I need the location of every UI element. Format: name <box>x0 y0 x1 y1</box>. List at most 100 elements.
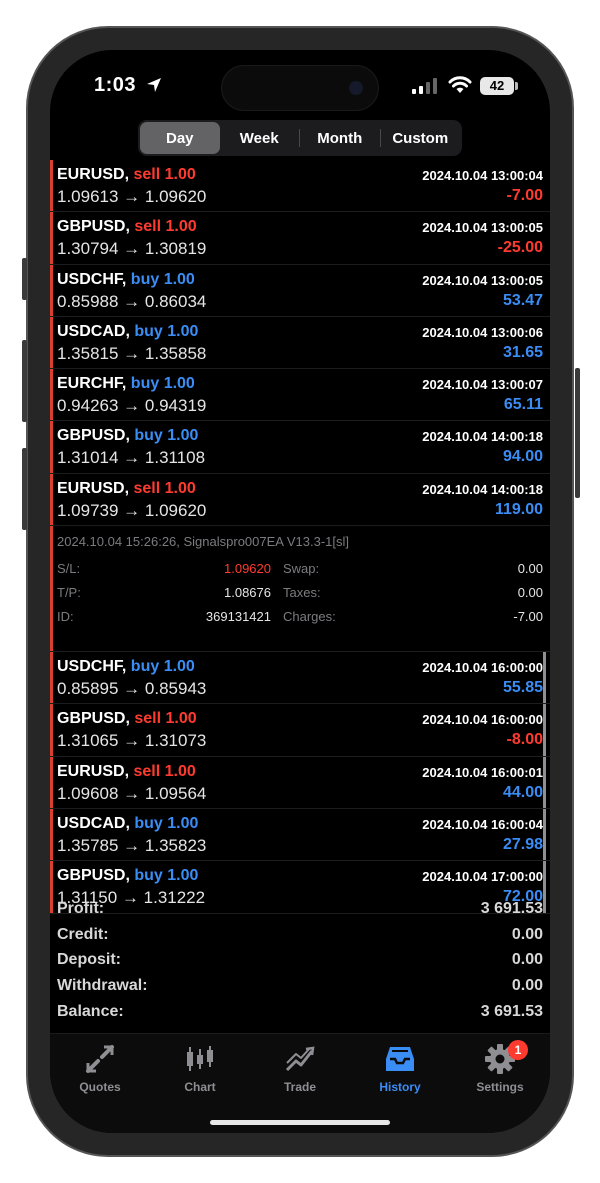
mute-switch <box>22 258 27 300</box>
deal-prices: 1.31065 → 1.31073 <box>57 731 207 751</box>
deal-row[interactable]: EURUSD, sell 1.00 2024.10.04 16:00:01 1.09… <box>50 756 550 809</box>
deal-row[interactable]: GBPUSD, sell 1.00 2024.10.04 13:00:05 1.30… <box>50 212 550 265</box>
deal-prices: 1.30794 → 1.30819 <box>57 239 207 259</box>
tab-settings[interactable]: 1 Settings <box>450 1040 550 1094</box>
tab-day[interactable]: Day <box>140 122 220 154</box>
volume-up-button <box>22 340 27 422</box>
tab-label: History <box>379 1080 421 1094</box>
detail-line-tp: T/P: 1.08676 Taxes: 0.00 <box>57 585 543 605</box>
deal-profit: 44.00 <box>502 783 543 801</box>
summary-value: 0.00 <box>511 951 543 969</box>
tab-label: Settings <box>476 1080 524 1094</box>
summary-label: Balance: <box>57 1003 124 1021</box>
deal-prices: 1.09739 → 1.09620 <box>57 500 207 520</box>
deal-profit: 53.47 <box>502 291 543 309</box>
deal-title: GBPUSD, sell 1.00 <box>57 218 197 236</box>
deal-symbol: EURUSD, <box>57 762 130 780</box>
tab-quotes[interactable]: Quotes <box>50 1042 150 1094</box>
deal-row[interactable]: USDCAD, buy 1.00 2024.10.04 13:00:06 1.358… <box>50 316 550 370</box>
deal-profit: -25.00 <box>497 239 543 257</box>
summary-label: Profit: <box>57 899 105 917</box>
deal-profit: 55.85 <box>502 679 543 697</box>
tab-week[interactable]: Week <box>220 122 300 154</box>
deal-prices: 0.85895 → 0.85943 <box>57 679 207 699</box>
sl-label: S/L: <box>57 561 81 577</box>
deal-side: buy 1.00 <box>134 427 199 445</box>
summary-value: 3 691.53 <box>480 1003 543 1021</box>
charges-value: -7.00 <box>513 609 543 625</box>
deal-prices: 1.31014 → 1.31108 <box>57 448 206 468</box>
taxes-label: Taxes: <box>283 585 321 601</box>
charges-label: Charges: <box>283 609 336 625</box>
tab-custom[interactable]: Custom <box>381 122 461 154</box>
deal-row[interactable]: USDCAD, buy 1.00 2024.10.04 16:00:04 1.357… <box>50 808 550 862</box>
deal-row[interactable]: EURUSD, sell 1.00 2024.10.04 14:00:18 1.09… <box>50 473 550 527</box>
deal-profit: -8.00 <box>506 731 543 749</box>
deal-symbol: USDCHF, <box>57 658 127 676</box>
deal-row[interactable]: USDCHF, buy 1.00 2024.10.04 16:00:00 0.858… <box>50 652 550 705</box>
tab-trade[interactable]: Trade <box>250 1042 350 1094</box>
deal-row[interactable]: EURUSD, sell 1.00 2024.10.04 13:00:04 1.09… <box>50 160 550 213</box>
deal-side: sell 1.00 <box>133 762 196 780</box>
battery-cap <box>515 82 518 90</box>
cellular-signal-icon <box>412 78 437 94</box>
deal-prices: 0.85988 → 0.86034 <box>57 291 207 311</box>
tab-history[interactable]: History <box>350 1042 450 1094</box>
deal-symbol: GBPUSD, <box>57 427 130 445</box>
deal-symbol: GBPUSD, <box>57 710 130 728</box>
deal-symbol: USDCHF, <box>57 270 127 288</box>
home-indicator[interactable] <box>210 1120 390 1125</box>
wifi-icon <box>448 76 472 93</box>
summary-label: Deposit: <box>57 951 121 969</box>
tab-label: Quotes <box>79 1080 121 1094</box>
summary-balance: Balance: 3 691.53 <box>57 999 543 1025</box>
deal-time: 2024.10.04 13:00:04 <box>422 168 543 183</box>
dynamic-island <box>221 65 379 111</box>
camera-icon <box>349 81 363 95</box>
deal-row[interactable]: EURCHF, buy 1.00 2024.10.04 13:00:07 0.942… <box>50 369 550 422</box>
deal-symbol: EURCHF, <box>57 375 127 393</box>
period-segmented-control: Day Week Month Custom <box>138 120 462 156</box>
deal-side: sell 1.00 <box>134 710 197 728</box>
deal-row[interactable]: USDCHF, buy 1.00 2024.10.04 13:00:05 0.859… <box>50 264 550 317</box>
deal-profit: 65.11 <box>503 396 543 414</box>
deal-row[interactable]: GBPUSD, sell 1.00 2024.10.04 16:00:00 1.31… <box>50 704 550 757</box>
status-bar: 1:03 42 <box>50 50 550 120</box>
deal-profit: 94.00 <box>502 448 543 466</box>
swap-label: Swap: <box>283 561 320 577</box>
deal-time: 2024.10.04 14:00:18 <box>422 429 543 445</box>
tp-value: 1.08676 <box>224 585 271 601</box>
deal-time: 2024.10.04 16:00:00 <box>422 660 543 676</box>
deal-title: GBPUSD, buy 1.00 <box>57 867 198 885</box>
summary-profit: Profit: 3 691.53 <box>57 896 543 922</box>
candlestick-icon <box>187 1046 213 1071</box>
tab-bar: Quotes Chart Trade History 1 Settings <box>50 1033 550 1133</box>
deal-symbol: GBPUSD, <box>57 867 130 885</box>
location-arrow-icon <box>147 78 161 92</box>
deal-side: buy 1.00 <box>134 814 199 832</box>
tab-label: Trade <box>283 1080 316 1094</box>
tab-month[interactable]: Month <box>300 122 380 154</box>
summary-value: 0.00 <box>511 925 543 943</box>
deal-time: 2024.10.04 16:00:00 <box>422 712 543 728</box>
deal-time: 2024.10.04 13:00:05 <box>422 272 543 288</box>
deal-prices: 1.09613 → 1.09620 <box>57 187 207 206</box>
notification-badge: 1 <box>508 1040 528 1060</box>
deal-detail[interactable]: 2024.10.04 15:26:26, Signalspro007EA V13… <box>50 526 550 653</box>
inbox-icon <box>386 1047 414 1071</box>
deal-prices: 0.94263 → 0.94319 <box>57 396 207 416</box>
deal-row[interactable]: GBPUSD, buy 1.00 2024.10.04 14:00:18 1.310… <box>50 421 550 474</box>
deal-side: sell 1.00 <box>133 166 196 183</box>
deal-side: sell 1.00 <box>133 479 196 497</box>
sl-value: 1.09620 <box>224 561 271 577</box>
deal-profit: 119.00 <box>494 500 543 518</box>
tab-chart[interactable]: Chart <box>150 1042 250 1094</box>
tp-label: T/P: <box>57 585 81 601</box>
deal-symbol: EURUSD, <box>57 166 130 183</box>
deal-title: USDCHF, buy 1.00 <box>57 271 195 289</box>
summary-label: Withdrawal: <box>57 977 148 995</box>
deal-time: 2024.10.04 17:00:00 <box>422 869 543 885</box>
deal-symbol: USDCAD, <box>57 814 130 832</box>
deal-side: buy 1.00 <box>130 375 195 393</box>
taxes-value: 0.00 <box>517 585 543 601</box>
